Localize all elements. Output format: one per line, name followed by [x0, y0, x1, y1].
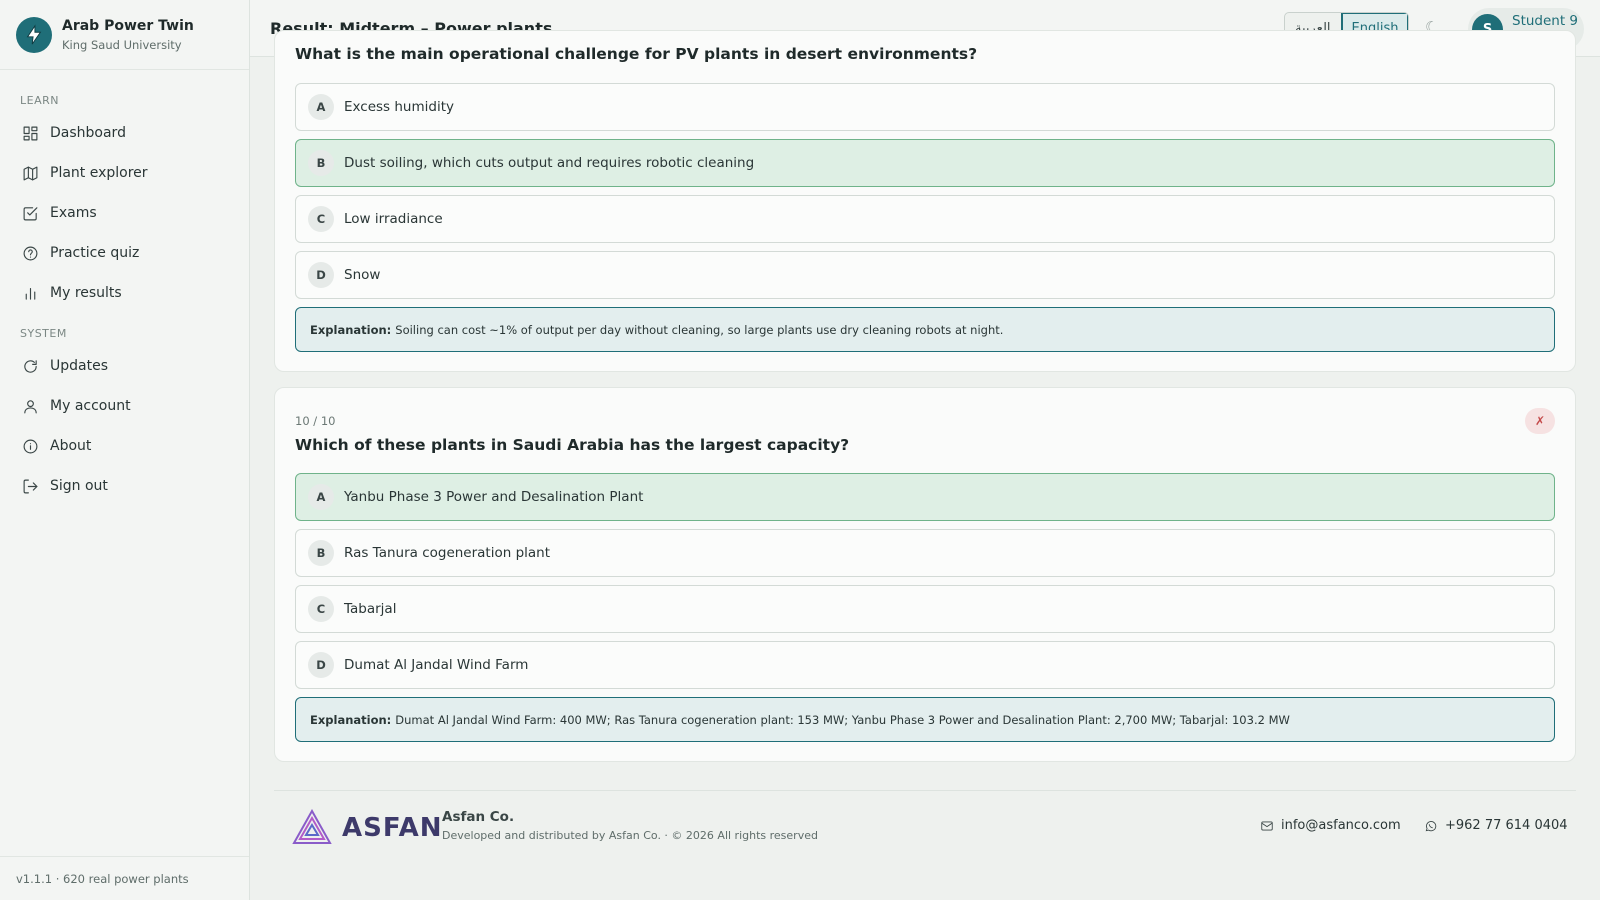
explanation-text: Soiling can cost ~1% of output per day w…: [395, 322, 1004, 337]
email-text: info@asfanco.com: [1281, 818, 1401, 833]
email-link[interactable]: info@asfanco.com: [1260, 818, 1401, 833]
sidebar-item-about[interactable]: About: [0, 426, 249, 466]
option-c[interactable]: C Tabarjal: [295, 585, 1555, 633]
option-c[interactable]: C Low irradiance: [295, 195, 1555, 243]
question-text: Which of these plants in Saudi Arabia ha…: [295, 436, 850, 454]
explanation-label: Explanation:: [310, 322, 392, 337]
option-text: Low irradiance: [344, 211, 443, 227]
option-text: Dumat Al Jandal Wind Farm: [344, 657, 529, 673]
sign-out-icon: [23, 479, 38, 493]
user-icon: [24, 399, 37, 413]
option-text: Dust soiling, which cuts output and requ…: [344, 155, 755, 171]
sidebar-item-label: Plant explorer: [50, 165, 148, 181]
option-text: Excess humidity: [344, 99, 454, 115]
map-icon: [23, 166, 38, 180]
section-label-learn: LEARN: [20, 94, 59, 107]
option-a[interactable]: A Excess humidity: [295, 83, 1555, 131]
option-text: Yanbu Phase 3 Power and Desalination Pla…: [344, 489, 644, 505]
sidebar-item-label: Practice quiz: [50, 245, 140, 261]
bar-chart-icon: [25, 287, 36, 300]
footer-company: Asfan Co.: [442, 809, 515, 825]
wrong-answer-icon: ✗: [1525, 408, 1555, 434]
sidebar-item-dashboard[interactable]: Dashboard: [0, 113, 249, 153]
option-a-correct[interactable]: A Yanbu Phase 3 Power and Desalination P…: [295, 473, 1555, 521]
help-circle-icon: [23, 246, 38, 260]
user-name: Student 9: [1512, 12, 1579, 29]
sidebar-item-my-account[interactable]: My account: [0, 386, 249, 426]
sidebar-item-label: Exams: [50, 205, 97, 221]
asfan-logo[interactable]: ASFAN: [292, 809, 443, 847]
asfan-wordmark: ASFAN: [342, 813, 443, 843]
option-letter: C: [308, 206, 334, 232]
explanation-label: Explanation:: [310, 712, 392, 727]
mail-icon: [1261, 820, 1273, 831]
sidebar: Arab Power Twin King Saud University LEA…: [0, 0, 250, 900]
explanation-box: Explanation: Dumat Al Jandal Wind Farm: …: [295, 697, 1555, 742]
footer-copyright: Developed and distributed by Asfan Co. ·…: [442, 829, 818, 842]
option-d[interactable]: D Dumat Al Jandal Wind Farm: [295, 641, 1555, 689]
phone-text: +962 77 614 0404: [1445, 818, 1568, 833]
question-card-9: What is the main operational challenge f…: [274, 30, 1576, 372]
sidebar-item-my-results[interactable]: My results: [0, 273, 249, 313]
grid-icon: [23, 126, 38, 140]
sidebar-item-exams[interactable]: Exams: [0, 193, 249, 233]
option-d[interactable]: D Snow: [295, 251, 1555, 299]
option-letter: C: [308, 596, 334, 622]
option-letter: A: [308, 94, 334, 120]
option-letter: D: [308, 652, 334, 678]
version-info: v1.1.1 · 620 real power plants: [0, 856, 249, 900]
sidebar-item-plant-explorer[interactable]: Plant explorer: [0, 153, 249, 193]
question-card-10: 10 / 10 ✗ Which of these plants in Saudi…: [274, 387, 1576, 762]
question-text: What is the main operational challenge f…: [295, 45, 978, 63]
whatsapp-icon: [1425, 820, 1437, 831]
option-text: Ras Tanura cogeneration plant: [344, 545, 551, 561]
option-letter: B: [308, 150, 334, 176]
checkbox-icon: [23, 206, 38, 220]
sidebar-item-label: Sign out: [50, 478, 108, 494]
info-icon: [23, 439, 38, 453]
sidebar-item-label: Updates: [50, 358, 108, 374]
phone-link[interactable]: +962 77 614 0404: [1424, 818, 1568, 833]
option-letter: B: [308, 540, 334, 566]
explanation-text: Dumat Al Jandal Wind Farm: 400 MW; Ras T…: [395, 712, 1290, 727]
option-b[interactable]: B Ras Tanura cogeneration plant: [295, 529, 1555, 577]
sidebar-item-label: Dashboard: [50, 125, 126, 141]
asfan-logo-icon: [292, 809, 332, 844]
option-b-correct[interactable]: B Dust soiling, which cuts output and re…: [295, 139, 1555, 187]
option-text: Tabarjal: [344, 601, 397, 617]
brand-name: Arab Power Twin: [62, 17, 194, 34]
brand-university: King Saud University: [62, 37, 182, 52]
sidebar-item-label: About: [50, 438, 92, 454]
sidebar-item-practice-quiz[interactable]: Practice quiz: [0, 233, 249, 273]
sidebar-item-label: My account: [50, 398, 131, 414]
lightning-logo-icon: [16, 16, 52, 53]
sidebar-item-label: My results: [50, 285, 122, 301]
sidebar-item-sign-out[interactable]: Sign out: [0, 466, 249, 506]
explanation-box: Explanation: Soiling can cost ~1% of out…: [295, 307, 1555, 352]
brand[interactable]: Arab Power Twin King Saud University: [0, 0, 249, 70]
option-letter: D: [308, 262, 334, 288]
option-text: Snow: [344, 267, 381, 283]
question-number: 10 / 10: [295, 414, 336, 428]
refresh-icon: [24, 359, 37, 373]
page-footer: ASFAN Asfan Co. Developed and distribute…: [274, 790, 1576, 860]
sidebar-item-updates[interactable]: Updates: [0, 346, 249, 386]
section-label-system: SYSTEM: [20, 327, 67, 340]
option-letter: A: [308, 484, 334, 510]
